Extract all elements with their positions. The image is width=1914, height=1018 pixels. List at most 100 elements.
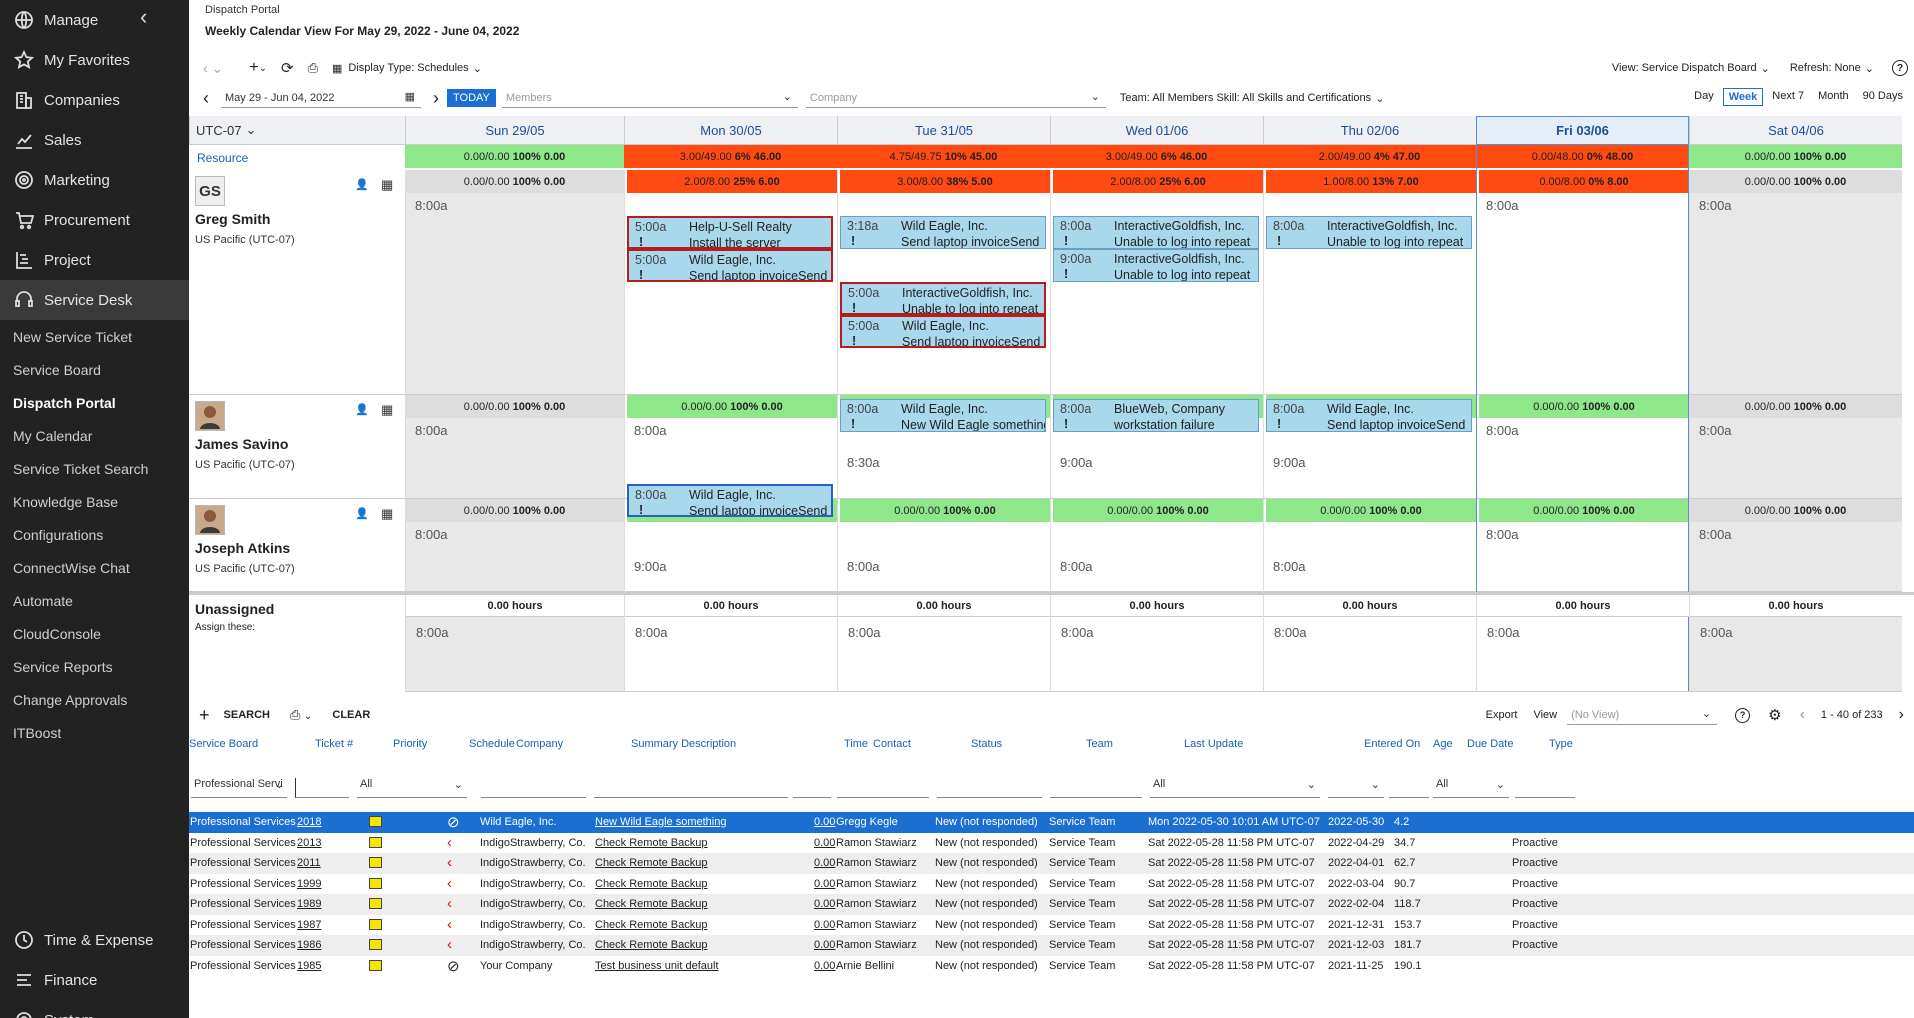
cell-time-link[interactable]: 0.00 <box>814 857 835 869</box>
appointment[interactable]: 5:00a Wild Eagle, Inc. ! Send laptop inv… <box>627 249 833 282</box>
day-header[interactable]: Thu 02/06 <box>1263 116 1476 145</box>
timezone-dropdown[interactable]: UTC-07 ⌄ <box>189 116 405 145</box>
column-header[interactable]: Service Board <box>189 738 258 750</box>
day-header[interactable]: Fri 03/06 <box>1476 116 1689 145</box>
cell-time-link[interactable]: 0.00 <box>814 939 835 951</box>
date-range-field[interactable]: May 29 - Jun 04, 2022 ▦ <box>221 88 421 108</box>
cell-ticket-link[interactable]: 1986 <box>297 939 321 951</box>
column-header[interactable]: Team <box>1086 738 1113 750</box>
subnav-item[interactable]: Knowledge Base <box>0 485 189 518</box>
cell-summary-link[interactable]: Test business unit default <box>595 960 719 972</box>
add-icon[interactable]: + ⌄ <box>249 59 267 77</box>
subnav-item[interactable]: My Calendar <box>0 419 189 452</box>
subnav-item[interactable]: New Service Ticket <box>0 320 189 353</box>
next-week-icon[interactable]: › <box>433 88 439 109</box>
day-header[interactable]: Sat 04/06 <box>1689 116 1902 145</box>
cell-ticket-link[interactable]: 2013 <box>297 837 321 849</box>
column-header[interactable]: Ticket # <box>315 738 353 750</box>
table-row[interactable]: Professional Services 2013 ‹ IndigoStraw… <box>189 833 1914 854</box>
next-page-icon[interactable]: › <box>1899 706 1904 724</box>
column-header[interactable]: Time <box>844 738 868 750</box>
table-row[interactable]: Professional Services 1985 ⊘ Your Compan… <box>189 956 1914 977</box>
column-header[interactable]: Schedule <box>469 738 515 750</box>
person-icon[interactable]: 👤 <box>355 507 369 520</box>
unassigned-day-cell[interactable]: 0.00 hours 8:00a <box>1689 595 1902 692</box>
cell-ticket-link[interactable]: 2018 <box>297 816 321 828</box>
subnav-item[interactable]: CloudConsole <box>0 617 189 650</box>
cell-time-link[interactable]: 0.00 <box>814 837 835 849</box>
schedule-arrow-icon[interactable]: ‹ <box>447 875 452 892</box>
cell-summary-link[interactable]: Check Remote Backup <box>595 919 708 931</box>
unassigned-day-cell[interactable]: 0.00 hours 8:00a <box>405 595 624 692</box>
schedule-arrow-icon[interactable]: ‹ <box>447 916 452 933</box>
nav-chart[interactable]: Sales <box>0 120 189 160</box>
export-button[interactable]: Export <box>1486 709 1518 721</box>
subnav-item[interactable]: ITBoost <box>0 716 189 749</box>
nav-cart[interactable]: Procurement <box>0 200 189 240</box>
cell-ticket-link[interactable]: 1987 <box>297 919 321 931</box>
view-next-7-button[interactable]: Next 7 <box>1767 88 1809 106</box>
back-icon[interactable]: ‹ ⌄ <box>203 60 223 77</box>
search-button[interactable]: SEARCH <box>224 709 270 721</box>
subnav-item[interactable]: ConnectWise Chat <box>0 551 189 584</box>
table-row[interactable]: Professional Services 2011 ‹ IndigoStraw… <box>189 853 1914 874</box>
refresh-dropdown[interactable]: Refresh: None ⌄ <box>1790 62 1874 75</box>
schedule-arrow-icon[interactable]: ‹ <box>447 854 452 871</box>
unassigned-day-cell[interactable]: 0.00 hours 8:00a <box>837 595 1050 692</box>
appointment[interactable]: 8:00a BlueWeb, Company ! workstation fai… <box>1053 399 1259 432</box>
day-header[interactable]: Tue 31/05 <box>837 116 1050 145</box>
day-header[interactable]: Sun 29/05 <box>405 116 624 145</box>
appointment[interactable]: 8:00a Wild Eagle, Inc. ! Send laptop inv… <box>1266 399 1472 432</box>
subnav-item[interactable]: Service Reports <box>0 650 189 683</box>
cell-time-link[interactable]: 0.00 <box>814 960 835 972</box>
column-header[interactable]: Company <box>516 738 563 750</box>
nav-system[interactable]: System <box>0 1000 189 1018</box>
nav-project[interactable]: Project <box>0 240 189 280</box>
table-row[interactable]: Professional Services 2018 ⊘ Wild Eagle,… <box>189 812 1914 833</box>
subnav-item[interactable]: Configurations <box>0 518 189 551</box>
view-90-days-button[interactable]: 90 Days <box>1858 88 1908 106</box>
prev-week-icon[interactable]: ‹ <box>203 88 209 109</box>
resource-name[interactable]: James Savino <box>195 436 288 452</box>
cell-time-link[interactable]: 0.00 <box>814 878 835 890</box>
cell-ticket-link[interactable]: 1999 <box>297 878 321 890</box>
print-icon[interactable]: ⎙ ⌄ <box>290 707 312 723</box>
refresh-icon[interactable]: ⟳ <box>281 59 294 77</box>
members-field[interactable]: Members ⌄ <box>501 88 798 108</box>
gear-icon[interactable]: ⚙ <box>1768 706 1781 724</box>
appointment[interactable]: 8:00a Wild Eagle, Inc. ! New Wild Eagle … <box>840 399 1046 432</box>
entered-on-filter[interactable]: ⌄ <box>1328 778 1384 798</box>
cell-ticket-link[interactable]: 1985 <box>297 960 321 972</box>
contact-filter[interactable] <box>837 778 929 798</box>
appointment[interactable]: 8:00a InteractiveGoldfish, Inc. ! Unable… <box>1266 216 1472 249</box>
help-icon[interactable]: ? <box>1735 707 1751 723</box>
subnav-item[interactable]: Dispatch Portal <box>0 386 189 419</box>
team-skill-dropdown[interactable]: Team: All Members Skill: All Skills and … <box>1120 92 1384 105</box>
calendar-icon[interactable]: ▦ <box>405 90 415 103</box>
subnav-item[interactable]: Change Approvals <box>0 683 189 716</box>
calendar-icon[interactable]: ▦ <box>381 402 393 418</box>
schedule-arrow-icon[interactable]: ‹ <box>447 834 452 851</box>
day-cell[interactable] <box>1263 170 1476 395</box>
nav-star[interactable]: My Favorites <box>0 40 189 80</box>
add-icon[interactable]: + <box>199 705 210 726</box>
summary-filter[interactable] <box>594 778 788 798</box>
resource-name[interactable]: Joseph Atkins <box>195 540 290 556</box>
service-board-filter[interactable]: Professional Servi ⌄ <box>191 778 287 798</box>
type-filter[interactable] <box>1515 778 1575 798</box>
cell-summary-link[interactable]: Check Remote Backup <box>595 837 708 849</box>
day-cell[interactable] <box>1050 170 1263 395</box>
company-filter[interactable] <box>481 778 586 798</box>
appointment[interactable]: 8:00a InteractiveGoldfish, Inc. ! Unable… <box>1053 216 1259 249</box>
resource-name[interactable]: Greg Smith <box>195 211 270 227</box>
calendar-icon[interactable]: ▦ <box>381 177 393 193</box>
age-filter[interactable] <box>1389 778 1429 798</box>
display-type-dropdown[interactable]: ▦ Display Type: Schedules ⌄ <box>332 62 482 75</box>
status-filter[interactable] <box>937 778 1042 798</box>
cell-ticket-link[interactable]: 1989 <box>297 898 321 910</box>
person-icon[interactable]: 👤 <box>355 178 369 191</box>
table-row[interactable]: Professional Services 1986 ‹ IndigoStraw… <box>189 935 1914 956</box>
no-schedule-icon[interactable]: ⊘ <box>447 957 460 975</box>
grid-view-dropdown[interactable]: (No View) ⌄ <box>1567 705 1718 725</box>
day-header[interactable]: Wed 01/06 <box>1050 116 1263 145</box>
